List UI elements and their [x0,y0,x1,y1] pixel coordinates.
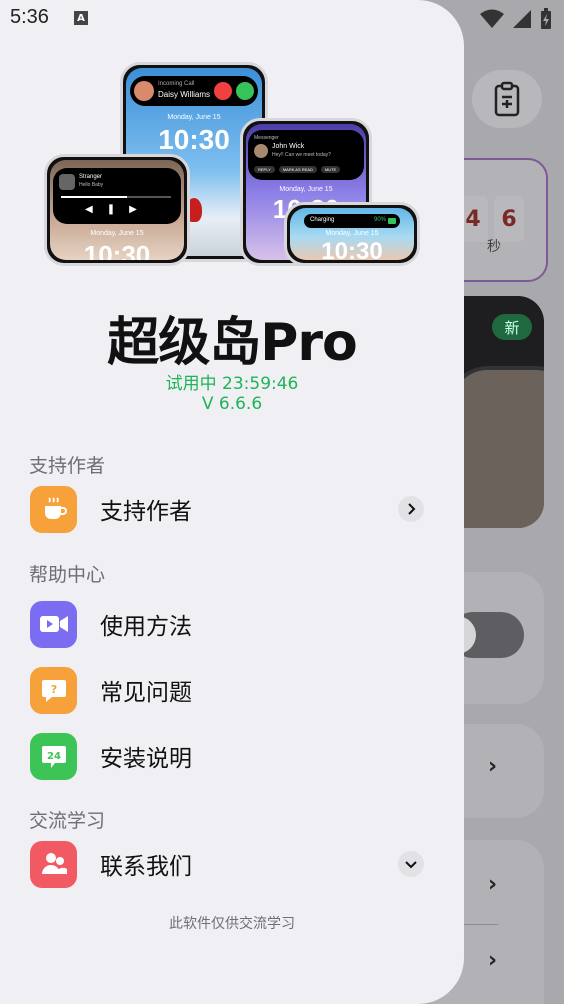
avatar [254,144,268,158]
navigation-drawer: Incoming Call Daisy Williams Monday, Jun… [0,0,464,1004]
notification-a-icon: A [74,11,88,25]
timer-unit: 秒 [487,239,501,255]
lock-date: Monday, June 15 [90,230,144,237]
menu-item-label: 支持作者 [100,499,192,525]
reply-chip: REPLY [254,166,275,173]
accept-icon [236,82,254,100]
chevron-right-icon: › [488,948,498,973]
clipboard-icon [494,81,520,117]
chevron-right-icon: › [488,872,498,897]
message-island: Messenger John Wick Hey!! Can we meet to… [248,130,364,180]
decline-icon [214,82,232,100]
section-label-support: 支持作者 [29,455,106,477]
caller-label: Incoming Call [158,81,195,87]
clipboard-button[interactable] [472,70,542,128]
lock-time: 10:30 [83,240,151,260]
chevron-down-icon[interactable] [398,851,424,877]
version-label: V 6.6.6 [201,394,263,414]
svg-text:24: 24 [47,751,61,762]
caller-name: Daisy Williams [158,90,210,99]
charging-island: Charging 90% [304,214,400,228]
call-island: Incoming Call Daisy Williams [130,76,258,106]
menu-item-usage[interactable]: 使用方法 [30,600,430,648]
section-label-community: 交流学习 [29,810,106,832]
phone-mockup: Charging 90% Monday, June 15 10:30 [284,202,420,266]
coffee-icon [30,485,77,533]
battery-icon [388,218,396,224]
signal-icon [513,10,531,28]
chevron-right-icon: › [488,754,498,779]
24-hours-icon: 24 [30,732,77,780]
section-label-help: 帮助中心 [29,564,106,586]
menu-item-contact-us[interactable]: 联系我们 [30,840,430,888]
svg-text:?: ? [50,683,56,696]
menu-item-support-author[interactable]: 支持作者 [30,485,430,533]
menu-item-label: 使用方法 [100,614,192,640]
menu-item-label: 常见问题 [100,680,192,706]
charging-percent: 90% [373,217,386,223]
message-sender: John Wick [272,143,305,150]
music-island: Stranger Hello Baby ◀❚▶ [53,168,181,224]
song-artist: Hello Baby [79,182,104,188]
menu-item-faq[interactable]: ? 常见问题 [30,666,430,714]
album-art [59,174,75,190]
users-icon [30,840,77,888]
status-icons [480,8,552,30]
menu-item-install-guide[interactable]: 24 安装说明 [30,732,430,780]
phone-mockup: Stranger Hello Baby ◀❚▶ Monday, June 15 … [44,154,190,266]
hero-banner: Incoming Call Daisy Williams Monday, Jun… [40,62,424,266]
status-time: 5:36 [10,6,49,28]
message-text: Hey!! Can we meet today? [272,152,331,158]
footer-note: 此软件仅供交流学习 [169,916,295,932]
wifi-icon [480,9,504,28]
app-title: 超级岛Pro [107,313,357,373]
mark-read-chip: MARK AS READ [278,166,317,173]
question-bubble-icon: ? [30,666,77,714]
avatar [134,81,154,101]
charging-label: Charging [310,217,335,223]
video-icon [30,600,77,648]
song-title: Stranger [79,174,103,180]
lock-date: Monday, June 15 [325,230,379,237]
menu-item-label: 联系我们 [100,854,192,880]
menu-item-label: 安装说明 [100,746,192,772]
mute-chip: MUTE [320,166,341,173]
trial-status: 试用中 23:59:46 [165,374,299,394]
lock-time: 10:30 [321,238,383,260]
new-badge: 新 [492,314,532,340]
message-app: Messenger [254,135,279,141]
lock-date: Monday, June 15 [167,114,221,121]
battery-charging-icon [541,8,551,29]
lock-date: Monday, June 15 [279,186,333,193]
playback-controls-icon: ◀❚▶ [85,204,151,215]
chevron-right-icon[interactable] [398,496,424,522]
